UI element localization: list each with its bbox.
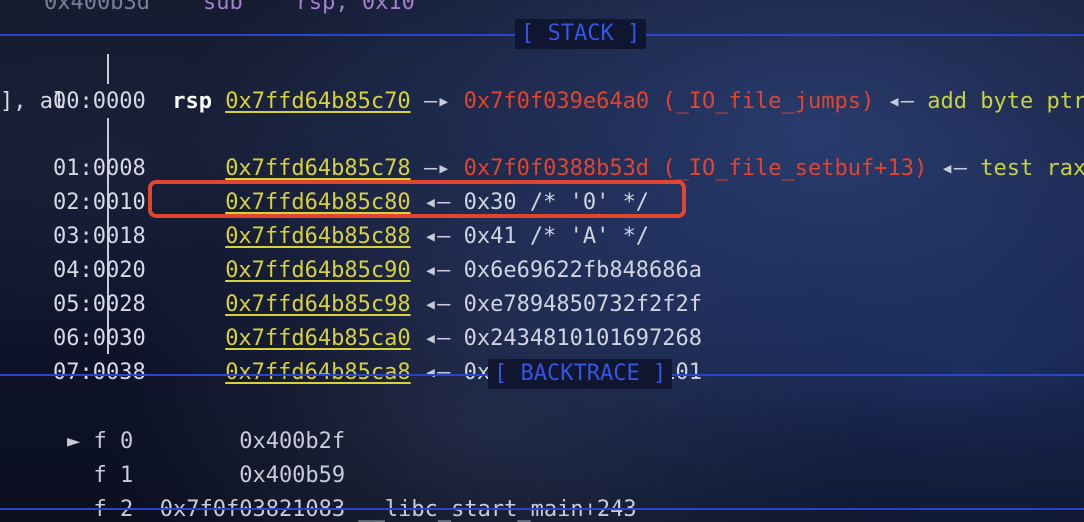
disasm-mnemonic: sub bbox=[202, 0, 243, 15]
continuation-text: ], al bbox=[0, 89, 67, 114]
stack-row: 01:0008 0x7ffd64b85c78 —▸ 0x7f0f0388b53d… bbox=[0, 118, 1084, 181]
register-label: rsp bbox=[172, 89, 212, 114]
stack-address[interactable]: 0x7ffd64b85c70 bbox=[225, 89, 410, 114]
instruction-text: test rax bbox=[980, 156, 1084, 181]
instruction-text: add byte ptr bbox=[927, 89, 1084, 114]
backtrace-frame[interactable]: f 2 0x7f0f03821083 __libc_start_main+243 bbox=[14, 459, 636, 522]
highlight-box bbox=[148, 180, 686, 218]
stack-row: 07:0038 0x7ffd64b85ca8 ◂— 0x6a56f6310101… bbox=[0, 322, 702, 385]
stack-offset: 07:0038 bbox=[52, 360, 146, 385]
terminal-window: 0x400b3d sub rsp, 0x10 [ STACK ] 00:0000… bbox=[0, 0, 1084, 522]
disasm-line: 0x400b3d sub rsp, 0x10 bbox=[44, 0, 415, 20]
stack-offset: 00:0000 bbox=[52, 89, 146, 114]
backtrace-frame[interactable]: ► f 0 0x400b2f bbox=[14, 391, 345, 454]
backtrace-frame[interactable]: f 1 0x400b59 bbox=[14, 425, 345, 488]
stack-row: 06:0030 0x7ffd64b85ca0 ◂— 0x243481010169… bbox=[0, 288, 702, 351]
stack-row-continuation: ], al bbox=[0, 85, 66, 119]
pointer-arrow: —▸ bbox=[423, 89, 451, 114]
stack-header: [ STACK ] bbox=[515, 19, 647, 49]
stack-address[interactable]: 0x7ffd64b85ca8 bbox=[225, 360, 410, 385]
stack-row: 05:0028 0x7ffd64b85c98 ◂— 0xe7894850732f… bbox=[0, 254, 702, 317]
pointer-arrow: ◂— bbox=[887, 89, 915, 114]
backtrace-header: [ BACKTRACE ] bbox=[488, 359, 673, 389]
disasm-addr: 0x400b3d bbox=[44, 0, 150, 15]
stack-row: 00:0000 rsp 0x7ffd64b85c70 —▸ 0x7f0f039e… bbox=[0, 51, 1084, 114]
stack-row: 04:0020 0x7ffd64b85c90 ◂— 0x6e69622fb848… bbox=[0, 220, 702, 283]
pointer-arrow: ◂— bbox=[940, 156, 967, 181]
pointer-arrow: ◂— bbox=[423, 360, 451, 385]
disasm-operands: rsp, 0x10 bbox=[295, 0, 415, 15]
bottom-separator bbox=[0, 508, 1084, 510]
pointer-target: 0x7f0f039e64a0 (_IO_file_jumps) bbox=[463, 89, 875, 114]
